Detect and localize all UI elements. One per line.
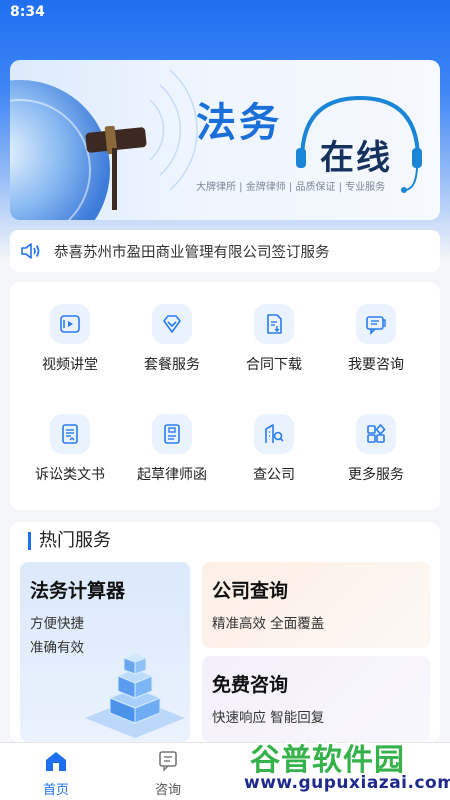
grid-label: 合同下载 [246,357,302,373]
nav-home[interactable]: 首页 [26,749,86,798]
service-grid: 视频讲堂 套餐服务 合同下载 我要咨询 诉讼类文书 起草律师函 查公司 更多服务 [10,282,440,510]
grid-item-lawyer-letter[interactable]: 起草律师函 [122,414,222,484]
service-card-company-query[interactable]: 公司查询 精准高效 全面覆盖 [202,562,430,648]
grid-label: 起草律师函 [137,467,207,483]
grid-label: 查公司 [253,467,295,483]
service-desc: 方便快捷 [30,616,84,632]
watermark-url: www.gupuxiazai.com [244,773,450,793]
grid-item-consult[interactable]: 我要咨询 [326,304,426,374]
service-desc: 准确有效 [30,640,84,656]
watermark: 谷普软件园 www.gupuxiazai.com [244,735,450,800]
status-bar: 8:34 [0,0,450,26]
letter-icon [152,414,192,454]
document-icon [50,414,90,454]
notice-bar[interactable]: 恭喜苏州市盈田商业管理有限公司签订服务 [10,230,440,272]
nav-label: 首页 [42,783,69,798]
section-title: 热门服务 [28,532,111,550]
contract-download-icon [254,304,294,344]
grid-label: 更多服务 [348,467,404,483]
service-card-free-consult[interactable]: 免费咨询 快速响应 智能回复 [202,656,430,742]
grid-label: 视频讲堂 [42,357,98,373]
service-name: 法务计算器 [30,580,126,602]
speaker-icon [21,243,40,259]
service-name: 公司查询 [212,580,289,602]
grid-item-litigation[interactable]: 诉讼类文书 [20,414,120,484]
grid-label: 套餐服务 [144,357,200,373]
video-icon [50,304,90,344]
hot-services: 热门服务 法务计算器 方便快捷 准确有效 公司查询 精准高效 全面覆盖 免费咨询… [10,522,440,742]
grid-item-contract[interactable]: 合同下载 [224,304,324,374]
cubes-illustration [85,653,185,738]
notice-text: 恭喜苏州市盈田商业管理有限公司签订服务 [54,244,330,261]
service-desc: 精准高效 全面覆盖 [212,616,325,632]
banner-subtitle: 在线 [320,138,392,178]
grid-item-video[interactable]: 视频讲堂 [20,304,120,374]
company-search-icon [254,414,294,454]
service-card-calculator[interactable]: 法务计算器 方便快捷 准确有效 [20,562,190,742]
service-name: 免费咨询 [212,674,289,696]
nav-label: 咨询 [154,783,181,798]
chat-icon [356,304,396,344]
diamond-icon [152,304,192,344]
hero-banner[interactable]: 法务 在线 大牌律所 | 金牌律师 | 品质保证 | 专业服务 [10,60,440,220]
more-services-icon [356,414,396,454]
grid-item-company-search[interactable]: 查公司 [224,414,324,484]
home-icon [46,752,66,771]
banner-tagline: 大牌律所 | 金牌律师 | 品质保证 | 专业服务 [196,182,386,193]
nav-consult[interactable]: 咨询 [138,749,198,798]
grid-label: 我要咨询 [348,357,404,373]
grid-item-package[interactable]: 套餐服务 [122,304,222,374]
status-time: 8:34 [10,4,45,20]
grid-item-more[interactable]: 更多服务 [326,414,426,484]
banner-title: 法务 [196,100,282,146]
grid-label: 诉讼类文书 [35,467,105,483]
consult-icon [159,751,177,772]
service-desc: 快速响应 智能回复 [212,710,325,726]
